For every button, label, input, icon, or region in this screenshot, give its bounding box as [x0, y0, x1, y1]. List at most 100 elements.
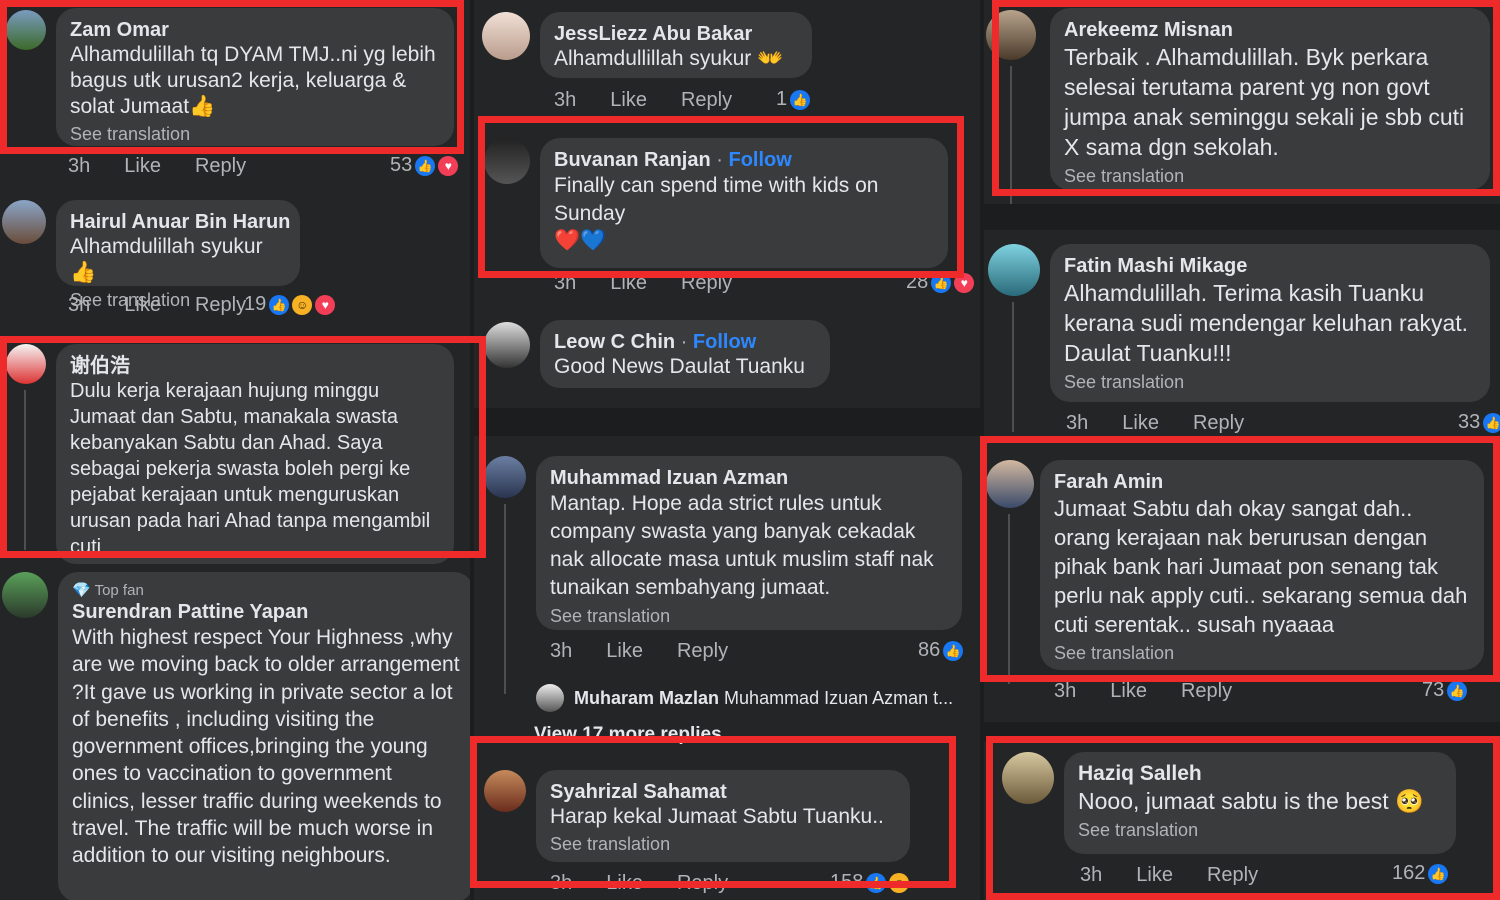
commenter-name[interactable]: Farah Amin: [1054, 470, 1470, 494]
reply-button[interactable]: Reply: [1193, 412, 1244, 434]
comment-text: With highest respect Your Highness ,why …: [72, 626, 460, 868]
like-reaction-icon: 👍: [1483, 412, 1500, 433]
reply-button[interactable]: Reply: [1207, 864, 1258, 886]
avatar[interactable]: [482, 12, 530, 60]
comment-bubble: Syahrizal Sahamat Harap kekal Jumaat Sab…: [536, 770, 910, 862]
see-translation-link[interactable]: See translation: [550, 604, 948, 628]
avatar[interactable]: [988, 244, 1040, 296]
haha-reaction-icon: ☺: [889, 872, 910, 893]
timestamp: 3h: [554, 272, 577, 294]
avatar[interactable]: [2, 572, 48, 618]
timestamp: 3h: [1054, 680, 1077, 702]
top-fan-badge: 💎 Top fan: [72, 582, 144, 599]
commenter-name[interactable]: Buvanan Ranjan · Follow: [554, 148, 934, 172]
commenter-name[interactable]: Surendran Pattine Yapan: [72, 600, 460, 624]
reply-button[interactable]: Reply: [195, 294, 246, 316]
commenter-name[interactable]: Leow C Chin · Follow: [554, 330, 816, 354]
comment-text: Finally can spend time with kids on Sund…: [554, 174, 879, 225]
like-button[interactable]: Like: [606, 872, 643, 894]
timestamp: 3h: [554, 89, 577, 111]
commenter-name[interactable]: Haziq Salleh: [1078, 762, 1442, 786]
commenter-name[interactable]: 谢伯浩: [70, 354, 440, 378]
reply-button[interactable]: Reply: [677, 640, 728, 662]
reaction-count[interactable]: 158 👍 ☺: [830, 871, 910, 894]
reaction-count[interactable]: 53 👍 ♥: [390, 154, 459, 177]
comment-bubble: Arekeemz Misnan Terbaik . Alhamdulillah.…: [1050, 8, 1490, 190]
comment-text: Alhamdullillah syukur 👐: [554, 47, 784, 70]
comment-bubble: Fatin Mashi Mikage Alhamdulillah. Terima…: [1050, 244, 1490, 402]
like-button[interactable]: Like: [610, 272, 647, 294]
timestamp: 3h: [1080, 864, 1103, 886]
like-button[interactable]: Like: [1122, 412, 1159, 434]
avatar[interactable]: [484, 770, 526, 812]
comment-bubble: 💎 Top fan Surendran Pattine Yapan With h…: [58, 572, 470, 900]
comment-bubble: Leow C Chin · Follow Good News Daulat Tu…: [540, 320, 830, 388]
like-button[interactable]: Like: [1136, 864, 1173, 886]
reply-button[interactable]: Reply: [1181, 680, 1232, 702]
comment-actions: 3h Like Reply: [554, 272, 766, 295]
like-reaction-icon: 👍: [931, 272, 952, 293]
view-more-replies-link[interactable]: View 17 more replies: [534, 724, 722, 746]
reaction-count[interactable]: 86 👍: [918, 639, 964, 662]
commenter-name[interactable]: Hairul Anuar Bin Harun: [70, 210, 290, 234]
thread-line: [504, 504, 506, 694]
comment-text: Alhamdulillah syukur 👍: [70, 235, 263, 284]
commenter-name[interactable]: Syahrizal Sahamat: [550, 780, 896, 804]
love-reaction-icon: ♥: [954, 272, 975, 293]
see-translation-link[interactable]: See translation: [1064, 370, 1476, 394]
like-button[interactable]: Like: [124, 294, 161, 316]
see-translation-link[interactable]: See translation: [70, 122, 440, 146]
comment-actions: 3h Like Reply: [550, 640, 762, 663]
reply-preview[interactable]: Muharam Mazlan Muhammad Izuan Azman t...: [574, 688, 953, 709]
reply-button[interactable]: Reply: [681, 89, 732, 111]
comment-bubble: JessLiezz Abu Bakar Alhamdullillah syuku…: [540, 12, 812, 78]
like-button[interactable]: Like: [610, 89, 647, 111]
like-button[interactable]: Like: [1110, 680, 1147, 702]
reply-text: Muhammad Izuan Azman t...: [724, 688, 954, 708]
reaction-count[interactable]: 73 👍: [1422, 679, 1468, 702]
comment-text: Terbaik . Alhamdulillah. Byk perkara sel…: [1064, 44, 1465, 160]
thread-line: [1012, 302, 1014, 432]
commenter-name[interactable]: Arekeemz Misnan: [1064, 18, 1476, 42]
comment-actions: 3h Like Reply: [1080, 864, 1292, 887]
avatar[interactable]: [2, 200, 46, 244]
comment-text: Harap kekal Jumaat Sabtu Tuanku..: [550, 805, 884, 828]
commenter-name[interactable]: Muharam Mazlan: [574, 688, 719, 708]
avatar[interactable]: [6, 10, 46, 50]
reply-button[interactable]: Reply: [195, 155, 246, 177]
reaction-count[interactable]: 162 👍: [1392, 862, 1449, 885]
timestamp: 3h: [68, 155, 91, 177]
reaction-count[interactable]: 28 👍 ♥: [906, 271, 975, 294]
like-reaction-icon: 👍: [1428, 863, 1449, 884]
avatar[interactable]: [536, 684, 564, 712]
comment-text: Good News Daulat Tuanku: [554, 355, 805, 378]
avatar[interactable]: [484, 456, 526, 498]
follow-button[interactable]: Follow: [693, 331, 756, 353]
see-translation-link[interactable]: See translation: [1054, 641, 1470, 665]
reply-button[interactable]: Reply: [677, 872, 728, 894]
see-translation-link[interactable]: See translation: [550, 832, 896, 856]
comment-bubble: Muhammad Izuan Azman Mantap. Hope ada st…: [536, 456, 962, 630]
commenter-name[interactable]: Fatin Mashi Mikage: [1064, 254, 1476, 278]
reply-button[interactable]: Reply: [681, 272, 732, 294]
see-translation-link[interactable]: See translation: [1064, 164, 1476, 188]
avatar[interactable]: [1002, 752, 1054, 804]
commenter-name[interactable]: JessLiezz Abu Bakar: [554, 22, 798, 46]
avatar[interactable]: [986, 10, 1036, 60]
reaction-count[interactable]: 19 👍 ☺ ♥: [244, 293, 336, 316]
avatar[interactable]: [484, 322, 530, 368]
timestamp: 3h: [68, 294, 91, 316]
follow-button[interactable]: Follow: [729, 149, 792, 171]
commenter-name[interactable]: Zam Omar: [70, 18, 440, 42]
avatar[interactable]: [484, 138, 530, 184]
comment-bubble: Zam Omar Alhamdulillah tq DYAM TMJ..ni y…: [56, 8, 454, 146]
see-translation-link[interactable]: See translation: [1078, 818, 1442, 842]
commenter-name[interactable]: Muhammad Izuan Azman: [550, 466, 948, 490]
comment-bubble: Buvanan Ranjan · Follow Finally can spen…: [540, 138, 948, 268]
avatar[interactable]: [6, 344, 46, 384]
like-button[interactable]: Like: [606, 640, 643, 662]
reaction-count[interactable]: 1 👍: [776, 88, 811, 111]
reaction-count[interactable]: 33 👍: [1458, 411, 1500, 434]
like-button[interactable]: Like: [124, 155, 161, 177]
avatar[interactable]: [986, 460, 1034, 508]
